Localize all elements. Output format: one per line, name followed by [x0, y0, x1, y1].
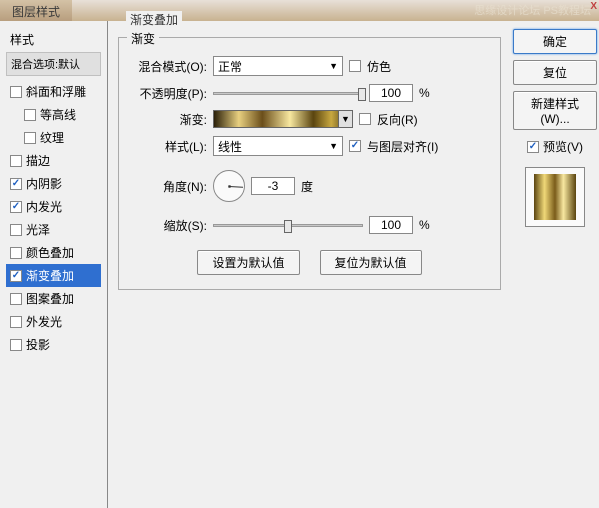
style-item-7[interactable]: 颜色叠加: [6, 241, 101, 264]
angle-unit: 度: [301, 178, 313, 195]
opacity-slider[interactable]: [213, 92, 363, 95]
style-label: 颜色叠加: [26, 244, 74, 261]
style-checkbox[interactable]: [24, 109, 36, 121]
opacity-label: 不透明度(P):: [131, 85, 207, 102]
align-checkbox[interactable]: [349, 140, 361, 152]
preview-swatch: [534, 174, 576, 220]
style-label: 外发光: [26, 313, 62, 330]
watermark-text: 思缘设计论坛 PS教程坛: [474, 2, 591, 18]
blending-options-row[interactable]: 混合选项:默认: [6, 52, 101, 76]
style-item-5[interactable]: 内发光: [6, 195, 101, 218]
style-checkbox[interactable]: [10, 86, 22, 98]
style-checkbox[interactable]: [10, 270, 22, 282]
style-label: 描边: [26, 152, 50, 169]
style-label: 图案叠加: [26, 290, 74, 307]
scale-label: 缩放(S):: [131, 217, 207, 234]
style-checkbox[interactable]: [10, 178, 22, 190]
reverse-checkbox[interactable]: [359, 113, 371, 125]
section-title: 渐变叠加: [126, 11, 182, 28]
gradient-label: 渐变:: [131, 111, 207, 128]
reverse-label: 反向(R): [377, 111, 418, 128]
fieldset-legend: 渐变: [127, 30, 159, 47]
close-icon: X: [590, 1, 597, 12]
preview-checkbox[interactable]: [527, 141, 539, 153]
chevron-down-icon: ▼: [329, 61, 338, 71]
style-checkbox[interactable]: [10, 224, 22, 236]
style-label: 内阴影: [26, 175, 62, 192]
ok-button[interactable]: 确定: [513, 29, 597, 54]
style-item-3[interactable]: 描边: [6, 149, 101, 172]
style-item-0[interactable]: 斜面和浮雕: [6, 80, 101, 103]
opacity-input[interactable]: [369, 84, 413, 102]
style-checkbox[interactable]: [10, 155, 22, 167]
style-label: 样式(L):: [131, 138, 207, 155]
style-item-1[interactable]: 等高线: [6, 103, 101, 126]
blend-mode-value: 正常: [218, 58, 242, 75]
style-checkbox[interactable]: [10, 293, 22, 305]
scale-slider[interactable]: [213, 224, 363, 227]
slider-thumb[interactable]: [284, 220, 292, 233]
dialog-title: 图层样式: [0, 0, 72, 21]
style-label: 斜面和浮雕: [26, 83, 86, 100]
style-label: 等高线: [40, 106, 76, 123]
style-label: 光泽: [26, 221, 50, 238]
gradient-picker[interactable]: ▼: [213, 110, 353, 128]
angle-label: 角度(N):: [131, 178, 207, 195]
dither-checkbox[interactable]: [349, 60, 361, 72]
style-dropdown[interactable]: 线性 ▼: [213, 136, 343, 156]
new-style-button[interactable]: 新建样式(W)...: [513, 91, 597, 130]
styles-header: 样式: [6, 29, 101, 50]
style-checkbox[interactable]: [24, 132, 36, 144]
make-default-button[interactable]: 设置为默认值: [197, 250, 299, 275]
blend-mode-dropdown[interactable]: 正常 ▼: [213, 56, 343, 76]
angle-input[interactable]: [251, 177, 295, 195]
style-checkbox[interactable]: [10, 316, 22, 328]
align-label: 与图层对齐(I): [367, 138, 438, 155]
style-value: 线性: [218, 138, 242, 155]
style-label: 渐变叠加: [26, 267, 74, 284]
gradient-fieldset: 渐变 混合模式(O): 正常 ▼ 仿色 不透明度(P): % 渐变: ▼: [118, 37, 501, 290]
style-item-8[interactable]: 渐变叠加: [6, 264, 101, 287]
dither-label: 仿色: [367, 58, 391, 75]
style-item-10[interactable]: 外发光: [6, 310, 101, 333]
preview-label: 预览(V): [543, 138, 583, 155]
styles-list-panel: 样式 混合选项:默认 斜面和浮雕等高线纹理描边内阴影内发光光泽颜色叠加渐变叠加图…: [0, 21, 108, 508]
style-item-9[interactable]: 图案叠加: [6, 287, 101, 310]
blend-mode-label: 混合模式(O):: [131, 58, 207, 75]
action-panel: 确定 复位 新建样式(W)... 预览(V): [511, 21, 599, 508]
style-item-2[interactable]: 纹理: [6, 126, 101, 149]
angle-dial[interactable]: [213, 170, 245, 202]
reset-default-button[interactable]: 复位为默认值: [320, 250, 422, 275]
chevron-down-icon[interactable]: ▼: [338, 111, 352, 127]
settings-panel: 渐变叠加 渐变 混合模式(O): 正常 ▼ 仿色 不透明度(P): % 渐变:: [108, 21, 511, 508]
scale-input[interactable]: [369, 216, 413, 234]
style-item-11[interactable]: 投影: [6, 333, 101, 356]
scale-unit: %: [419, 218, 430, 232]
chevron-down-icon: ▼: [329, 141, 338, 151]
style-checkbox[interactable]: [10, 201, 22, 213]
style-checkbox[interactable]: [10, 339, 22, 351]
slider-thumb[interactable]: [358, 88, 366, 101]
style-checkbox[interactable]: [10, 247, 22, 259]
cancel-button[interactable]: 复位: [513, 60, 597, 85]
style-label: 投影: [26, 336, 50, 353]
style-label: 内发光: [26, 198, 62, 215]
preview-swatch-box: [525, 167, 585, 227]
style-item-6[interactable]: 光泽: [6, 218, 101, 241]
layer-style-dialog: 样式 混合选项:默认 斜面和浮雕等高线纹理描边内阴影内发光光泽颜色叠加渐变叠加图…: [0, 21, 599, 508]
opacity-unit: %: [419, 86, 430, 100]
style-item-4[interactable]: 内阴影: [6, 172, 101, 195]
style-label: 纹理: [40, 129, 64, 146]
